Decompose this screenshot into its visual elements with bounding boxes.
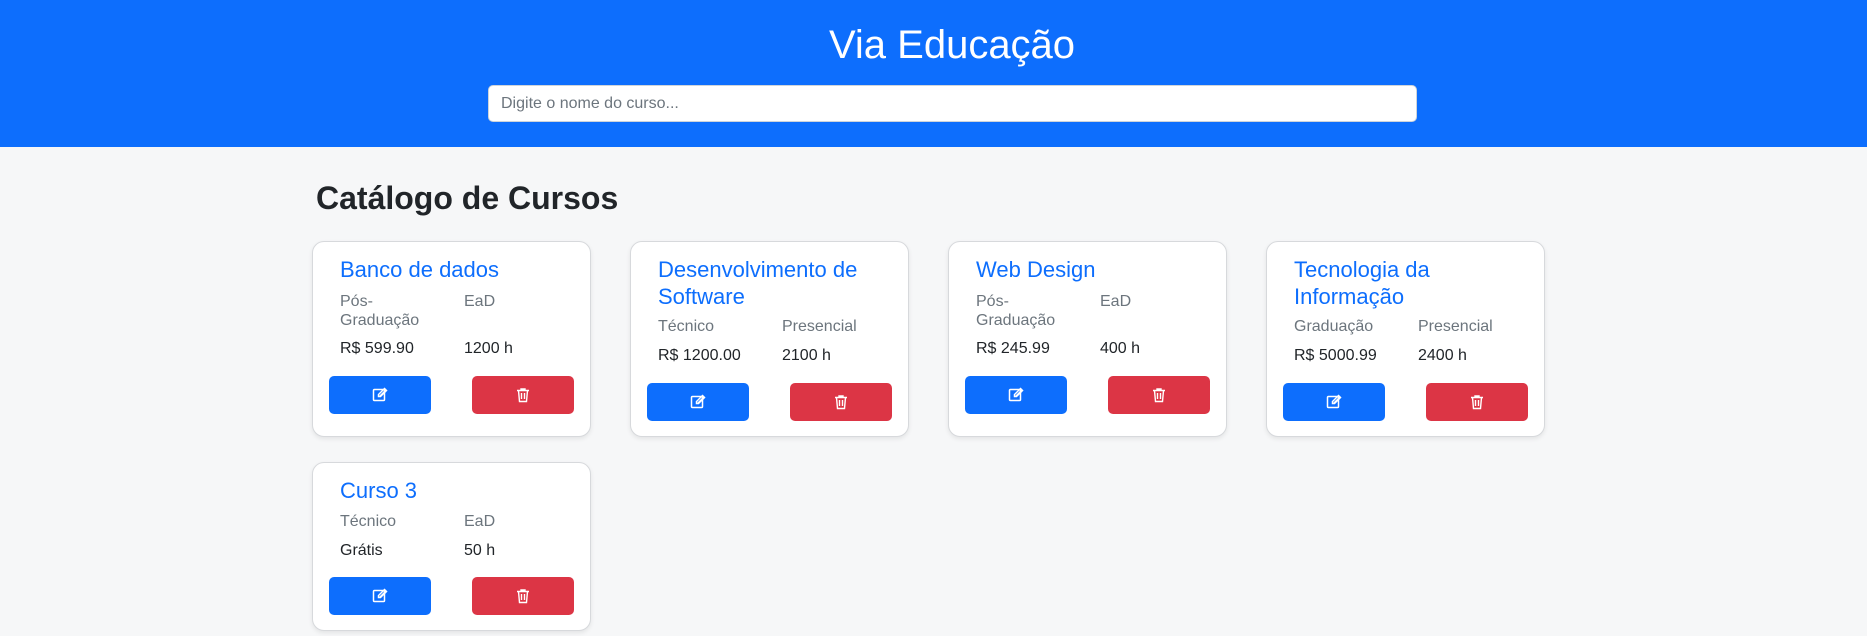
course-modality: EaD <box>464 293 496 310</box>
course-hours: 2400 h <box>1418 347 1467 364</box>
course-modality: Presencial <box>782 318 857 335</box>
page-title: Catálogo de Cursos <box>316 180 619 216</box>
course-title: Desenvolvimento de Software <box>658 257 858 309</box>
course-level: Pós-Graduação <box>976 293 1056 329</box>
course-level: Técnico <box>658 318 715 335</box>
course-hours: 400 h <box>1100 340 1141 357</box>
course-card: Tecnologia da Informação Graduação Prese… <box>1266 241 1545 437</box>
course-modality: EaD <box>464 513 496 530</box>
course-level: Graduação <box>1294 318 1374 335</box>
course-hours: 1200 h <box>464 340 513 357</box>
delete-button[interactable] <box>472 376 574 414</box>
course-modality: Presencial <box>1418 318 1493 335</box>
edit-icon <box>1008 387 1024 402</box>
course-price: R$ 599.90 <box>340 340 414 357</box>
course-title: Tecnologia da Informação <box>1294 257 1430 309</box>
course-level: Técnico <box>340 513 397 530</box>
course-card: Banco de dados Pós-Graduação EaD R$ 599.… <box>312 241 591 437</box>
edit-icon <box>372 387 388 402</box>
trash-icon <box>1153 388 1165 403</box>
course-title: Curso 3 <box>340 478 418 503</box>
edit-icon <box>372 588 388 603</box>
trash-icon <box>517 589 529 604</box>
edit-icon <box>1326 394 1342 409</box>
course-title: Banco de dados <box>340 257 500 282</box>
trash-icon <box>517 388 529 403</box>
delete-button[interactable] <box>790 383 892 421</box>
search-input[interactable] <box>488 85 1417 122</box>
edit-button[interactable] <box>329 376 431 414</box>
trash-icon <box>835 395 847 410</box>
course-card: Curso 3 Técnico EaD Grátis 50 h <box>312 462 591 631</box>
edit-button[interactable] <box>329 577 431 615</box>
delete-button[interactable] <box>1426 383 1528 421</box>
delete-button[interactable] <box>1108 376 1210 414</box>
edit-icon <box>690 394 706 409</box>
trash-icon <box>1471 395 1483 410</box>
course-price: R$ 245.99 <box>976 340 1050 357</box>
course-hours: 2100 h <box>782 347 831 364</box>
edit-button[interactable] <box>1283 383 1385 421</box>
course-card: Web Design Pós-Graduação EaD R$ 245.99 4… <box>948 241 1227 437</box>
course-title: Web Design <box>976 257 1096 282</box>
edit-button[interactable] <box>647 383 749 421</box>
course-hours: 50 h <box>464 542 496 559</box>
course-price: Grátis <box>340 542 383 559</box>
delete-button[interactable] <box>472 577 574 615</box>
course-card: Desenvolvimento de Software Técnico Pres… <box>630 241 909 437</box>
course-price: R$ 5000.99 <box>1294 347 1377 364</box>
course-modality: EaD <box>1100 293 1132 310</box>
course-level: Pós-Graduação <box>340 293 420 329</box>
site-header: Via Educação <box>0 0 1867 147</box>
site-title: Via Educação <box>828 23 1076 67</box>
course-price: R$ 1200.00 <box>658 347 741 364</box>
edit-button[interactable] <box>965 376 1067 414</box>
